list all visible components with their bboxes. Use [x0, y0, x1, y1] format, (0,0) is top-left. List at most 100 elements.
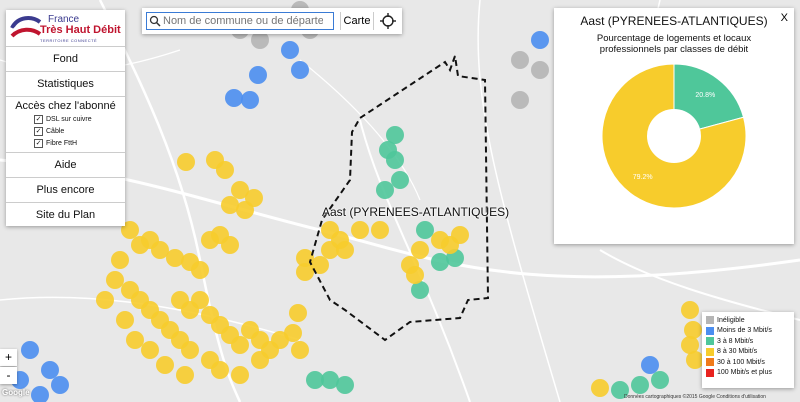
access-section: Accès chez l'abonné ✓ DSL sur cuivre ✓ Câb… [6, 97, 125, 153]
coverage-dot [416, 221, 434, 239]
legend-item: 8 à 30 Mbit/s [706, 347, 794, 358]
coverage-dot [249, 66, 267, 84]
coverage-dot [251, 351, 269, 369]
menu-plus-encore[interactable]: Plus encore [6, 178, 125, 203]
checkbox-fibre[interactable]: ✓ Fibre FttH [6, 137, 125, 149]
legend-swatch [706, 337, 714, 346]
zoom-in-button[interactable]: + [0, 349, 17, 366]
locate-button[interactable] [376, 11, 400, 31]
coverage-dot [111, 251, 129, 269]
menu-aide[interactable]: Aide [6, 153, 125, 178]
coverage-dot [531, 31, 549, 49]
legend-swatch [706, 368, 714, 377]
legend-item: 3 à 8 Mbit/s [706, 336, 794, 347]
checkbox-label: DSL sur cuivre [46, 115, 92, 123]
coverage-dot [181, 341, 199, 359]
coverage-dot [177, 153, 195, 171]
coverage-dot [289, 304, 307, 322]
coverage-dot [96, 291, 114, 309]
checkbox-icon[interactable]: ✓ [34, 126, 43, 136]
coverage-dot [116, 311, 134, 329]
map-attribution[interactable]: Données cartographiques ©2015 Google Con… [624, 394, 766, 400]
google-logo: Google [2, 388, 30, 397]
coverage-dot [284, 324, 302, 342]
slice-label: 20.8% [695, 92, 715, 99]
donut-chart: 20.8% 79.2% [601, 63, 747, 209]
sidebar-menu: France Très Haut Débit TERRITOIRE CONNEC… [6, 10, 125, 226]
coverage-dot [651, 371, 669, 389]
coverage-dot [321, 221, 339, 239]
logo-tagline: TERRITOIRE CONNECTÉ [40, 38, 98, 43]
carte-button[interactable]: Carte [340, 12, 374, 30]
coverage-dot [191, 291, 209, 309]
coverage-dot [511, 91, 529, 109]
search-bar: Carte [142, 8, 402, 34]
coverage-dot [291, 341, 309, 359]
coverage-dot [351, 221, 369, 239]
legend-label: Moins de 3 Mbit/s [717, 327, 772, 335]
coverage-dot [631, 376, 649, 394]
coverage-dot [591, 379, 609, 397]
checkbox-label: Câble [46, 127, 65, 135]
coverage-dot [51, 376, 69, 394]
coverage-dot [411, 241, 429, 259]
coverage-dot [336, 376, 354, 394]
legend-swatch [706, 358, 714, 367]
crosshair-icon [380, 13, 396, 29]
coverage-dot [231, 366, 249, 384]
legend-swatch [706, 347, 714, 356]
coverage-dot [221, 196, 239, 214]
search-input[interactable] [161, 15, 325, 27]
access-title: Accès chez l'abonné [15, 100, 116, 112]
menu-fond[interactable]: Fond [6, 47, 125, 72]
coverage-dot [241, 91, 259, 109]
coverage-dot [225, 89, 243, 107]
logo-title: Très Haut Débit [40, 24, 121, 36]
menu-statistiques[interactable]: Statistiques [6, 72, 125, 97]
legend-label: 8 à 30 Mbit/s [717, 348, 758, 356]
zoom-out-button[interactable]: - [0, 367, 17, 384]
legend-label: 100 Mbit/s et plus [717, 369, 772, 377]
legend-item: Inéligible [706, 315, 794, 326]
coverage-dot [336, 241, 354, 259]
checkbox-dsl[interactable]: ✓ DSL sur cuivre [6, 113, 125, 125]
legend-label: 3 à 8 Mbit/s [717, 337, 754, 345]
commune-map-label: Aast (PYRENEES-ATLANTIQUES) [322, 205, 510, 219]
search-field[interactable] [146, 12, 334, 30]
coverage-dot [391, 171, 409, 189]
coverage-dot [106, 271, 124, 289]
coverage-dot [141, 341, 159, 359]
coverage-dot [221, 236, 239, 254]
coverage-dot [126, 331, 144, 349]
coverage-dot [41, 361, 59, 379]
checkbox-label: Fibre FttH [46, 139, 78, 147]
logo: France Très Haut Débit TERRITOIRE CONNEC… [6, 10, 125, 47]
search-icon [149, 15, 161, 27]
legend-item: 30 à 100 Mbit/s [706, 357, 794, 368]
legend: Inéligible Moins de 3 Mbit/s 3 à 8 Mbit/s 8… [702, 312, 794, 388]
flag-logo-icon [10, 16, 42, 38]
coverage-dot [386, 151, 404, 169]
coverage-dot [176, 366, 194, 384]
legend-swatch [706, 326, 714, 335]
coverage-dot [371, 221, 389, 239]
stats-popup: X Aast (PYRENEES-ATLANTIQUES) Pourcentag… [554, 8, 794, 244]
checkbox-icon[interactable]: ✓ [34, 114, 43, 124]
menu-site-du-plan[interactable]: Site du Plan [6, 203, 125, 227]
coverage-dot [291, 61, 309, 79]
coverage-dot [641, 356, 659, 374]
legend-label: Inéligible [717, 316, 745, 324]
coverage-dot [156, 356, 174, 374]
coverage-dot [216, 161, 234, 179]
coverage-dot [296, 263, 314, 281]
checkbox-icon[interactable]: ✓ [34, 138, 43, 148]
legend-item: 100 Mbit/s et plus [706, 368, 794, 379]
legend-label: 30 à 100 Mbit/s [717, 358, 765, 366]
coverage-dot [376, 181, 394, 199]
coverage-dot [681, 301, 699, 319]
legend-swatch [706, 316, 714, 325]
coverage-dot [281, 41, 299, 59]
slice-label: 79.2% [633, 174, 653, 181]
coverage-dot [511, 51, 529, 69]
checkbox-cable[interactable]: ✓ Câble [6, 125, 125, 137]
